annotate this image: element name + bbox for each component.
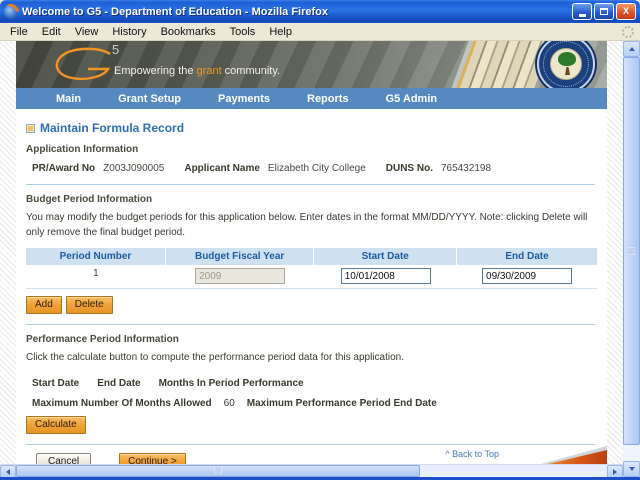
up-arrow-icon (628, 47, 635, 51)
menu-bar: File Edit View History Bookmarks Tools H… (0, 23, 640, 41)
delete-button[interactable]: Delete (65, 296, 113, 314)
col-period-number: Period Number (26, 248, 166, 265)
page-viewport: 5 Empowering the grant community. Main G… (0, 41, 640, 478)
end-date-input[interactable] (482, 268, 573, 284)
performance-period-heading: Performance Period Information (26, 334, 179, 345)
perf-start-date-label: Start Date (32, 377, 80, 389)
budget-table-header: Period Number Budget Fiscal Year Start D… (26, 248, 597, 265)
pr-award-value: Z003J090005 (103, 163, 165, 174)
browser-window: Welcome to G5 - Department of Education … (0, 0, 640, 480)
period-number-cell: 1 (93, 268, 99, 279)
page-body: Maintain Formula Record Application Info… (16, 109, 607, 464)
window-title: Welcome to G5 - Department of Education … (22, 5, 328, 18)
performance-labels-row: Start Date End Date Months In Period Per… (32, 378, 599, 389)
firefox-icon (4, 4, 18, 19)
applicant-name-label: Applicant Name (184, 163, 260, 174)
nav-payments[interactable]: Payments (218, 93, 270, 105)
horizontal-scrollbar[interactable] (0, 464, 623, 478)
nav-reports[interactable]: Reports (307, 93, 349, 105)
g5-logo-five: 5 (112, 42, 120, 57)
vertical-scrollbar[interactable] (623, 41, 640, 477)
menu-view[interactable]: View (68, 25, 106, 39)
performance-period-instructions: Click the calculate button to compute th… (26, 352, 404, 363)
add-button[interactable]: Add (26, 296, 62, 314)
scroll-down-button[interactable] (623, 461, 640, 477)
scroll-up-button[interactable] (623, 41, 640, 57)
g5-banner: 5 Empowering the grant community. (16, 41, 607, 88)
close-button[interactable]: X (616, 3, 636, 20)
cancel-button[interactable]: Cancel (36, 452, 92, 464)
corner-decoration (537, 446, 607, 464)
menu-history[interactable]: History (105, 25, 153, 39)
application-info-heading: Application Information (26, 144, 139, 155)
pr-award-label: PR/Award No (32, 163, 96, 174)
down-arrow-icon (628, 467, 635, 471)
duns-no-label: DUNS No. (385, 163, 433, 174)
section-divider (26, 443, 595, 445)
budget-period-heading: Budget Period Information (26, 194, 153, 205)
form-actions: Cancel Continue > (36, 452, 599, 464)
max-end-date-label: Maximum Performance Period End Date (246, 397, 437, 409)
activity-indicator-icon (622, 25, 634, 38)
left-arrow-icon (6, 468, 10, 475)
budget-period-instructions: You may modify the budget periods for th… (26, 212, 588, 238)
col-budget-fiscal-year: Budget Fiscal Year (165, 248, 315, 265)
section-divider (26, 184, 595, 185)
section-divider (26, 324, 595, 325)
page-content: 5 Empowering the grant community. Main G… (16, 41, 607, 464)
tagline-highlight: grant (196, 65, 222, 77)
corner-swoosh-orange (548, 449, 607, 464)
nav-grant-setup[interactable]: Grant Setup (118, 93, 181, 105)
col-end-date: End Date (457, 248, 597, 265)
perf-months-label: Months In Period Performance (158, 377, 304, 389)
max-months-label: Maximum Number Of Months Allowed (32, 397, 212, 409)
perf-end-date-label: End Date (97, 377, 141, 389)
budget-buttons: Add Delete (26, 296, 599, 314)
page-title-icon (26, 123, 35, 133)
start-date-input[interactable] (340, 268, 431, 284)
menu-file[interactable]: File (3, 25, 35, 39)
applicant-name-value: Elizabeth City College (267, 163, 366, 174)
back-to-top-link[interactable]: ^ Back to Top (445, 449, 499, 459)
vertical-scroll-thumb[interactable] (623, 57, 640, 445)
col-start-date: Start Date (314, 248, 458, 265)
minimize-icon (578, 13, 586, 17)
calculate-button[interactable]: Calculate (26, 415, 86, 434)
tagline-prefix: Empowering the (114, 65, 197, 77)
banner-tagline: Empowering the grant community. (114, 65, 280, 77)
seal-center (550, 48, 582, 80)
window-controls: X (572, 3, 636, 20)
scroll-grip (628, 247, 635, 255)
fiscal-year-input (195, 268, 286, 284)
scroll-grip (214, 467, 222, 475)
nav-g5-admin[interactable]: G5 Admin (386, 93, 438, 105)
menu-edit[interactable]: Edit (35, 25, 68, 39)
main-nav: Main Grant Setup Payments Reports G5 Adm… (16, 88, 607, 109)
right-arrow-icon (613, 468, 617, 475)
max-months-value: 60 (223, 397, 235, 409)
dept-of-education-seal-icon (537, 41, 595, 88)
calculate-row: Calculate (26, 415, 599, 434)
menu-help[interactable]: Help (262, 25, 299, 39)
horizontal-scroll-thumb[interactable] (16, 465, 420, 477)
minimize-button[interactable] (572, 3, 592, 20)
duns-no-value: 765432198 (440, 163, 492, 174)
page-title-row: Maintain Formula Record (26, 109, 599, 135)
g5-logo-icon (55, 47, 111, 81)
title-bar: Welcome to G5 - Department of Education … (0, 0, 640, 23)
nav-main[interactable]: Main (56, 93, 81, 105)
page-title: Maintain Formula Record (40, 121, 185, 135)
max-months-row: Maximum Number Of Months Allowed 60 Maxi… (32, 398, 599, 409)
maximize-button[interactable] (594, 3, 614, 20)
tagline-suffix: community. (221, 65, 281, 77)
continue-button[interactable]: Continue > (119, 452, 186, 464)
maximize-icon (600, 8, 608, 15)
seal-tree-icon (558, 52, 576, 66)
budget-period-table: Period Number Budget Fiscal Year Start D… (26, 248, 597, 289)
menu-tools[interactable]: Tools (223, 25, 263, 39)
application-info-fields: PR/Award No Z003J090005 Applicant Name E… (32, 163, 599, 174)
table-row: 1 (26, 266, 597, 289)
menu-bookmarks[interactable]: Bookmarks (154, 25, 223, 39)
seal-tree-trunk (565, 67, 570, 75)
